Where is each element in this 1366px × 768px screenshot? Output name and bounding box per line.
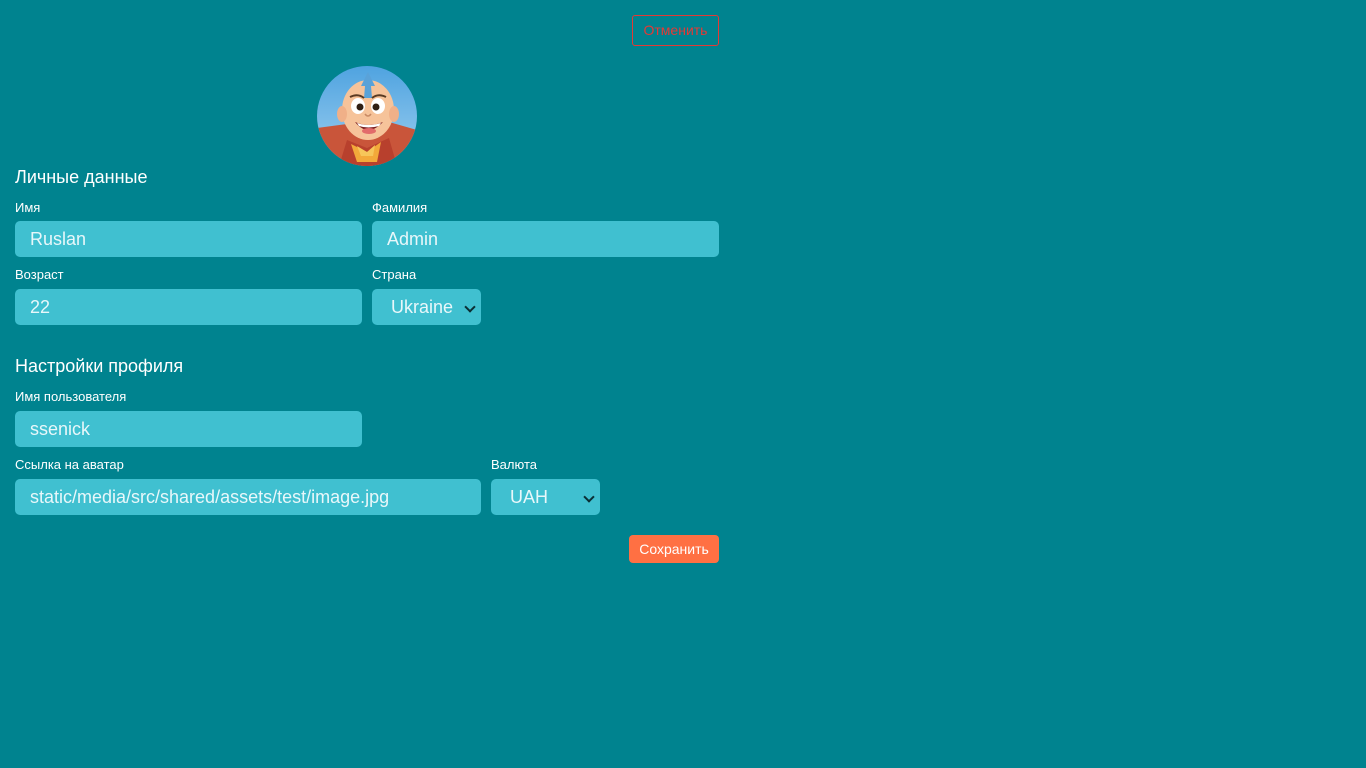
currency-select[interactable]: UAH bbox=[491, 479, 600, 515]
username-input[interactable] bbox=[15, 411, 362, 447]
profile-page: Отменить Личные данные Имя Ruslan Фамили… bbox=[0, 0, 1366, 768]
cancel-button[interactable]: Отменить bbox=[632, 15, 719, 46]
first-name-input[interactable] bbox=[15, 221, 362, 257]
country-label: Страна bbox=[372, 267, 417, 282]
currency-label: Валюта bbox=[491, 457, 537, 472]
currency-select-value: UAH bbox=[510, 487, 549, 507]
avatar bbox=[317, 66, 417, 166]
country-select[interactable]: Ukraine bbox=[372, 289, 481, 325]
avatar-link-input[interactable] bbox=[15, 479, 481, 515]
personal-data-title: Личные данные bbox=[15, 167, 148, 187]
avatar-image bbox=[317, 66, 417, 166]
chevron-down-icon bbox=[583, 491, 595, 503]
age-label: Возраст bbox=[15, 267, 64, 282]
first-name-label: Имя bbox=[15, 200, 41, 215]
chevron-down-icon bbox=[464, 301, 476, 313]
save-button[interactable]: Сохранить bbox=[629, 535, 719, 563]
username-label: Имя пользователя bbox=[15, 389, 127, 404]
country-select-value: Ukraine bbox=[391, 297, 454, 317]
avatar-link-label: Ссылка на аватар bbox=[15, 457, 124, 472]
last-name-input[interactable] bbox=[372, 221, 719, 257]
last-name-label: Фамилия bbox=[372, 200, 428, 215]
age-input[interactable] bbox=[15, 289, 362, 325]
profile-settings-title: Настройки профиля bbox=[15, 356, 184, 376]
